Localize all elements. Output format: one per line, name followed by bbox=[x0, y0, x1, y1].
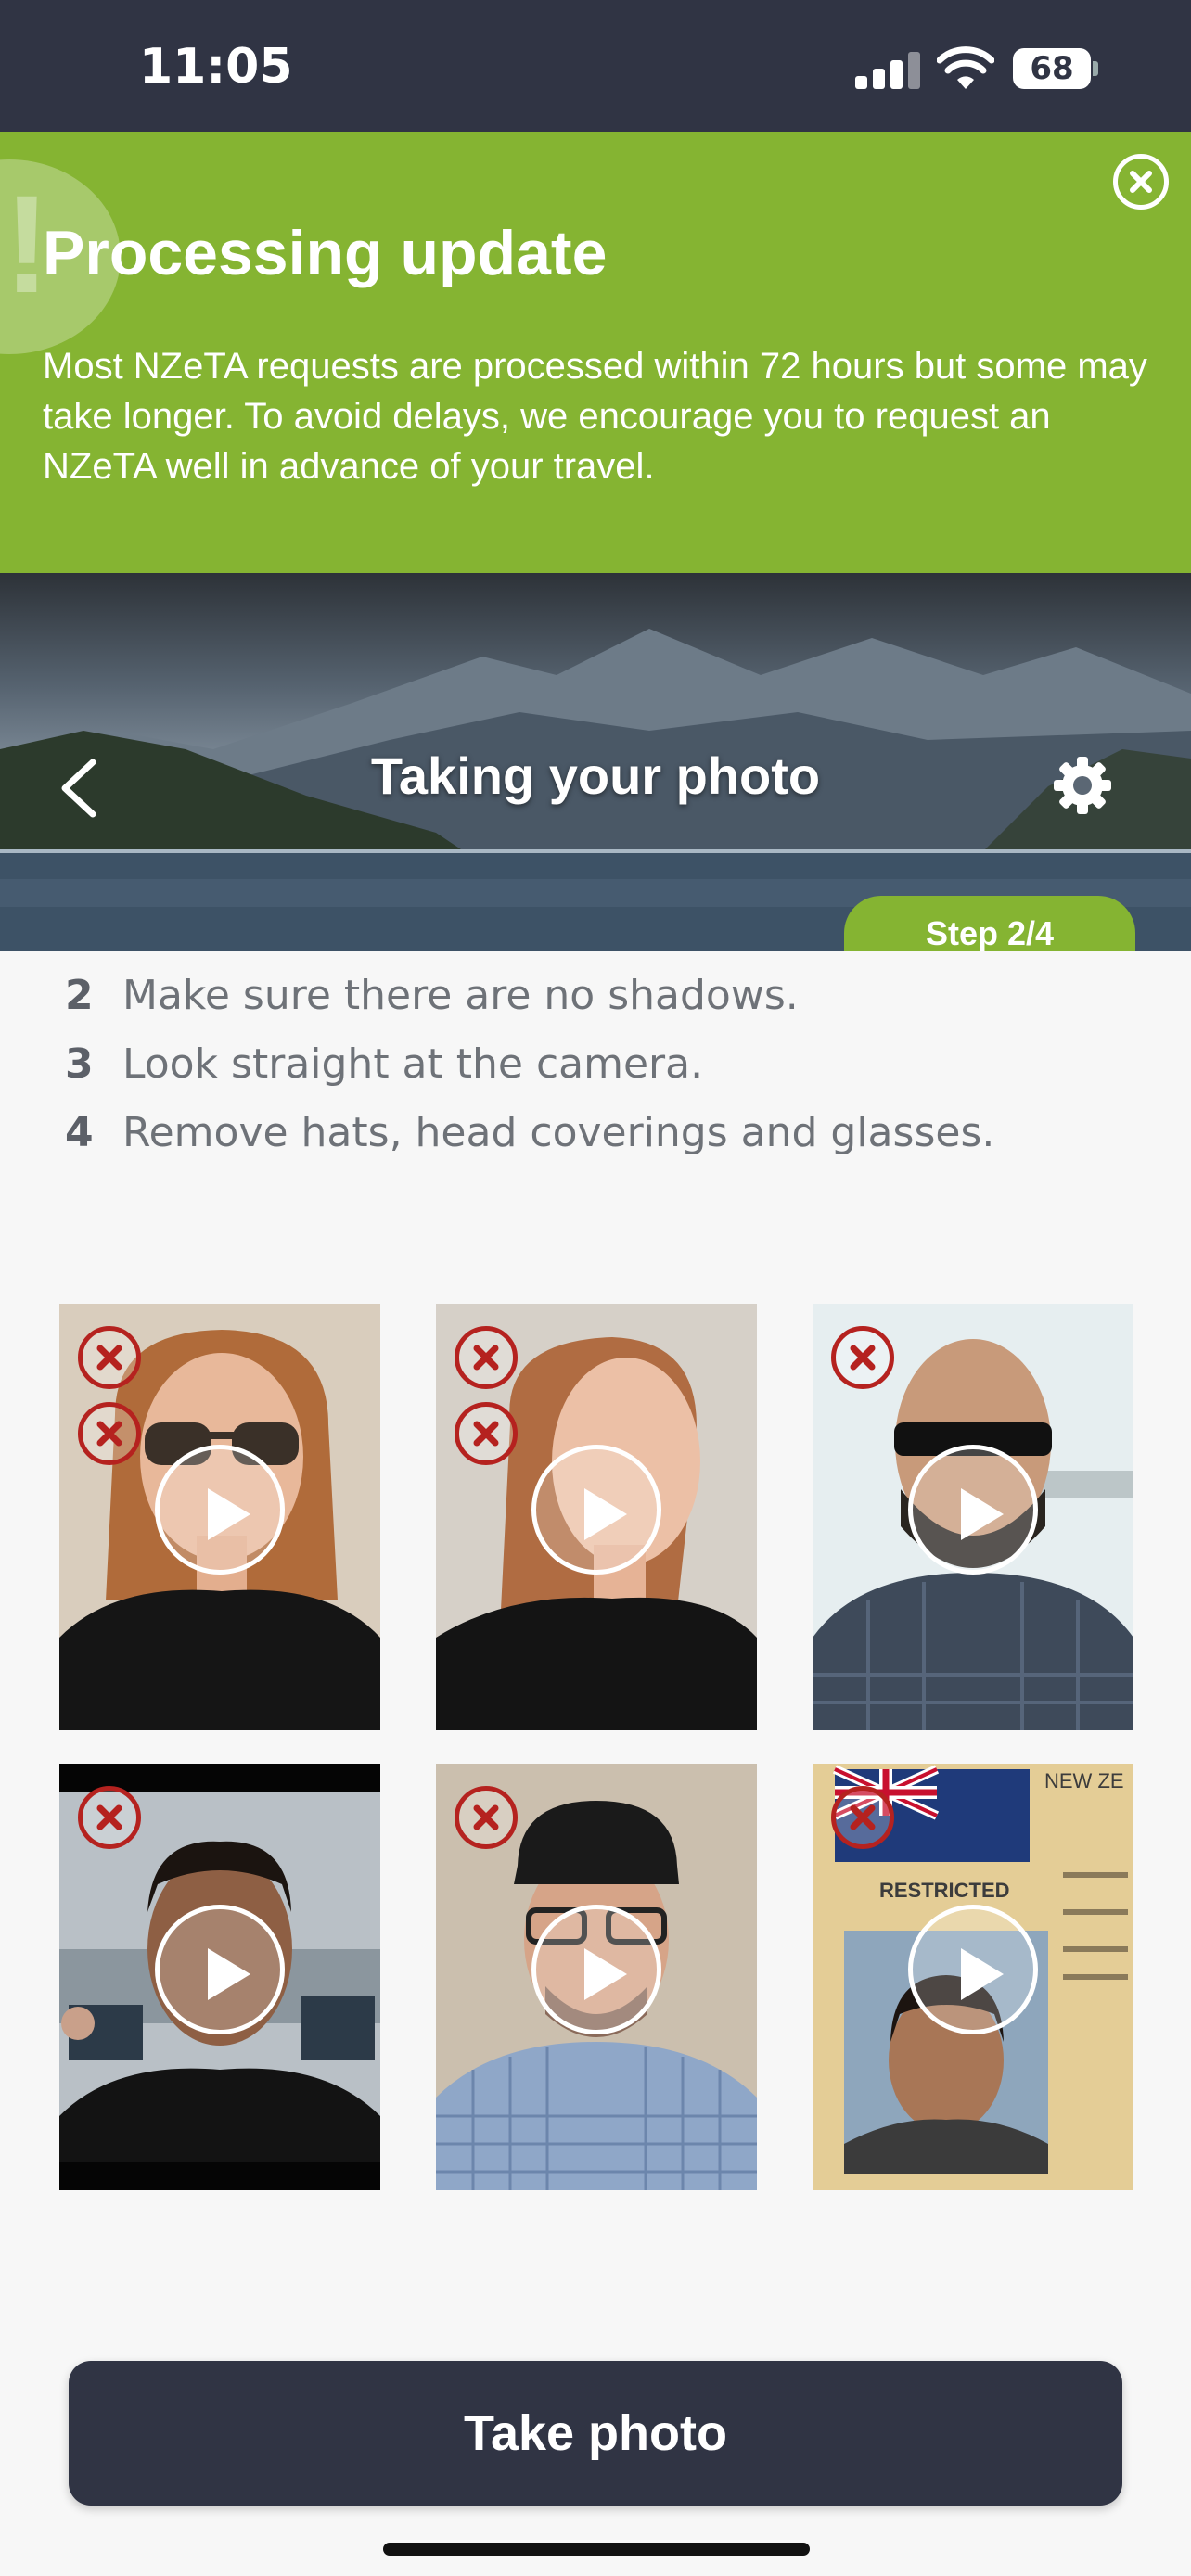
example-video-looking-away[interactable] bbox=[436, 1304, 757, 1730]
status-bar: 11:05 68 bbox=[0, 0, 1191, 132]
example-video-sunglasses[interactable] bbox=[59, 1304, 380, 1730]
example-video-busy-background[interactable] bbox=[59, 1764, 380, 2190]
step-number: 3 bbox=[65, 1040, 94, 1088]
close-icon bbox=[1130, 171, 1152, 193]
list-item: 4 Remove hats, head coverings and glasses… bbox=[65, 1109, 994, 1165]
not-allowed-icon bbox=[78, 1326, 141, 1389]
play-icon[interactable] bbox=[531, 1445, 661, 1575]
id-card-country-text: NEW ZE bbox=[1044, 1769, 1124, 1792]
battery-icon: 68 bbox=[1013, 48, 1098, 89]
instruction-text: Make sure there are no shadows. bbox=[122, 972, 799, 1019]
step-number: 4 bbox=[65, 1109, 94, 1156]
list-item: 3 Look straight at the camera. bbox=[65, 1040, 703, 1096]
page-header: Taking your photo Step 2/4 bbox=[0, 573, 1191, 951]
not-allowed-icon bbox=[831, 1786, 894, 1849]
page-title: Taking your photo bbox=[370, 746, 821, 805]
play-icon[interactable] bbox=[155, 1905, 285, 2034]
step-indicator: Step 2/4 bbox=[844, 896, 1135, 951]
step-number: 2 bbox=[65, 972, 94, 1019]
wifi-icon bbox=[937, 46, 994, 89]
status-time: 11:05 bbox=[139, 39, 293, 95]
not-allowed-icon bbox=[455, 1326, 518, 1389]
take-photo-button[interactable]: Take photo bbox=[69, 2361, 1122, 2506]
example-video-hat[interactable] bbox=[436, 1764, 757, 2190]
not-allowed-icon bbox=[831, 1326, 894, 1389]
not-allowed-icon bbox=[455, 1402, 518, 1465]
play-icon[interactable] bbox=[531, 1905, 661, 2034]
close-banner-button[interactable] bbox=[1113, 154, 1169, 210]
processing-banner: ! Processing update Most NZeTA requests … bbox=[0, 132, 1191, 573]
example-video-photo-of-id[interactable]: NEW ZE RESTRICTED bbox=[813, 1764, 1133, 2190]
not-allowed-icon bbox=[78, 1402, 141, 1465]
settings-gear-button[interactable] bbox=[1052, 755, 1113, 816]
id-card-restricted-text: RESTRICTED bbox=[879, 1879, 1010, 1902]
play-icon[interactable] bbox=[155, 1445, 285, 1575]
instruction-list: 2 Make sure there are no shadows. 3 Look s… bbox=[0, 951, 1191, 1183]
play-icon[interactable] bbox=[908, 1445, 1038, 1575]
play-icon[interactable] bbox=[908, 1905, 1038, 2034]
banner-title: Processing update bbox=[43, 218, 608, 288]
not-allowed-icon bbox=[455, 1786, 518, 1849]
home-indicator bbox=[383, 2543, 810, 2556]
example-video-dark-glasses[interactable] bbox=[813, 1304, 1133, 1730]
instruction-text: Look straight at the camera. bbox=[122, 1040, 704, 1088]
cellular-signal-icon bbox=[855, 52, 922, 89]
instruction-text: Remove hats, head coverings and glasses. bbox=[122, 1109, 995, 1156]
not-allowed-icon bbox=[78, 1786, 141, 1849]
battery-level: 68 bbox=[1030, 50, 1074, 87]
banner-message: Most NZeTA requests are processed within… bbox=[43, 346, 1147, 487]
list-item: 2 Make sure there are no shadows. bbox=[65, 972, 799, 1027]
